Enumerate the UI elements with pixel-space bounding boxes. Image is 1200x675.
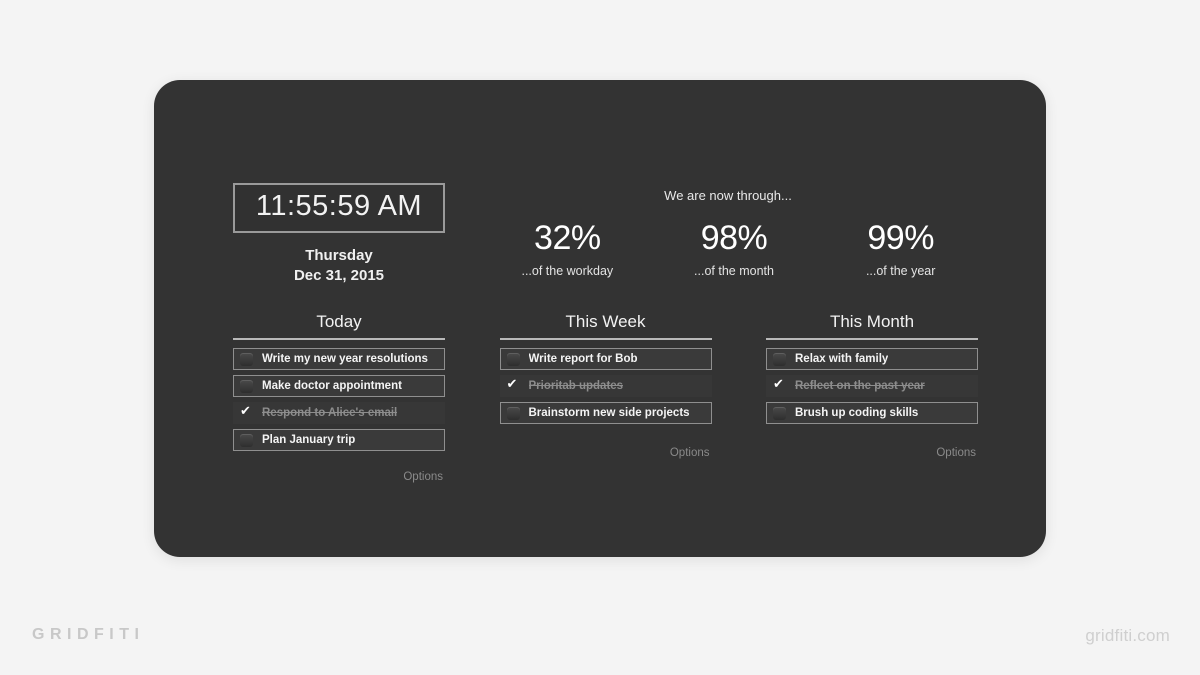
- clock-block: 11:55:59 AM Thursday Dec 31, 2015: [233, 183, 445, 287]
- column-rule: [499, 338, 712, 341]
- progress-stats: We are now through... 32% ...of the work…: [484, 188, 984, 278]
- clock-weekday: Thursday: [305, 247, 373, 264]
- task-row[interactable]: Write my new year resolutions: [233, 348, 445, 371]
- task-row[interactable]: Brainstorm new side projects: [499, 402, 712, 425]
- task-row[interactable]: Respond to Alice's email: [233, 402, 445, 425]
- gridfiti-site-watermark: gridfiti.com: [1085, 626, 1170, 645]
- checkmark-icon[interactable]: [240, 404, 253, 420]
- progress-stats-row: 32% ...of the workday 98% ...of the mont…: [484, 221, 984, 278]
- stat-year: 99% ...of the year: [817, 221, 984, 278]
- top-section: 11:55:59 AM Thursday Dec 31, 2015 We are…: [154, 80, 1046, 310]
- stat-workday-label: ...of the workday: [521, 264, 614, 278]
- checkbox-icon[interactable]: [240, 379, 253, 393]
- task-columns: Today Write my new year resolutions Make…: [233, 312, 978, 483]
- clock-box[interactable]: 11:55:59 AM: [233, 183, 445, 233]
- column-rule: [233, 338, 445, 341]
- stat-workday: 32% ...of the workday: [484, 221, 651, 278]
- task-row[interactable]: Prioritab updates: [499, 375, 712, 398]
- checkbox-icon[interactable]: [773, 406, 786, 420]
- task-label: Relax with family: [795, 353, 889, 366]
- task-column-this-week: This Week Write report for Bob Prioritab…: [499, 312, 712, 483]
- stat-year-label: ...of the year: [865, 264, 936, 278]
- task-label: Make doctor appointment: [262, 380, 402, 393]
- progress-heading: We are now through...: [664, 188, 792, 203]
- task-row[interactable]: Write report for Bob: [499, 348, 712, 371]
- task-row[interactable]: Plan January trip: [233, 429, 445, 452]
- task-label: Prioritab updates: [528, 380, 624, 393]
- column-title-this-week: This Week: [565, 312, 646, 331]
- task-label: Plan January trip: [262, 434, 356, 447]
- checkmark-icon[interactable]: [773, 377, 786, 393]
- checkbox-icon[interactable]: [240, 352, 253, 366]
- column-title-today: Today: [316, 312, 362, 331]
- task-label: Reflect on the past year: [795, 380, 925, 393]
- column-title-this-month: This Month: [829, 312, 915, 331]
- checkbox-icon[interactable]: [240, 433, 253, 447]
- task-column-this-month: This Month Relax with family Reflect on …: [766, 312, 978, 483]
- stat-month-label: ...of the month: [694, 264, 774, 278]
- task-row[interactable]: Make doctor appointment: [233, 375, 445, 398]
- stat-month: 98% ...of the month: [651, 221, 818, 278]
- task-label: Write report for Bob: [528, 353, 638, 366]
- task-label: Brainstorm new side projects: [528, 407, 690, 420]
- task-column-today: Today Write my new year resolutions Make…: [233, 312, 445, 483]
- stat-workday-value: 32%: [534, 219, 601, 257]
- prioritab-window: 11:55:59 AM Thursday Dec 31, 2015 We are…: [154, 80, 1046, 557]
- task-row[interactable]: Brush up coding skills: [766, 402, 978, 425]
- checkbox-icon[interactable]: [773, 352, 786, 366]
- stat-month-value: 98%: [700, 219, 768, 257]
- options-link-this-week[interactable]: Options: [500, 447, 712, 459]
- clock-time: 11:55:59 AM: [255, 190, 423, 222]
- checkmark-icon[interactable]: [507, 377, 520, 393]
- stat-year-value: 99%: [867, 219, 934, 257]
- task-row[interactable]: Reflect on the past year: [766, 375, 978, 398]
- task-label: Write my new year resolutions: [262, 353, 428, 366]
- column-rule: [766, 338, 978, 341]
- clock-date: Dec 31, 2015: [293, 267, 385, 285]
- task-label: Brush up coding skills: [795, 407, 919, 420]
- options-link-this-month[interactable]: Options: [766, 447, 978, 459]
- task-row[interactable]: Relax with family: [766, 348, 978, 371]
- options-link-today[interactable]: Options: [233, 471, 445, 483]
- gridfiti-brand-watermark: GRIDFITI: [32, 626, 145, 643]
- checkbox-icon[interactable]: [506, 352, 520, 366]
- checkbox-icon[interactable]: [506, 406, 520, 420]
- task-label: Respond to Alice's email: [262, 407, 398, 420]
